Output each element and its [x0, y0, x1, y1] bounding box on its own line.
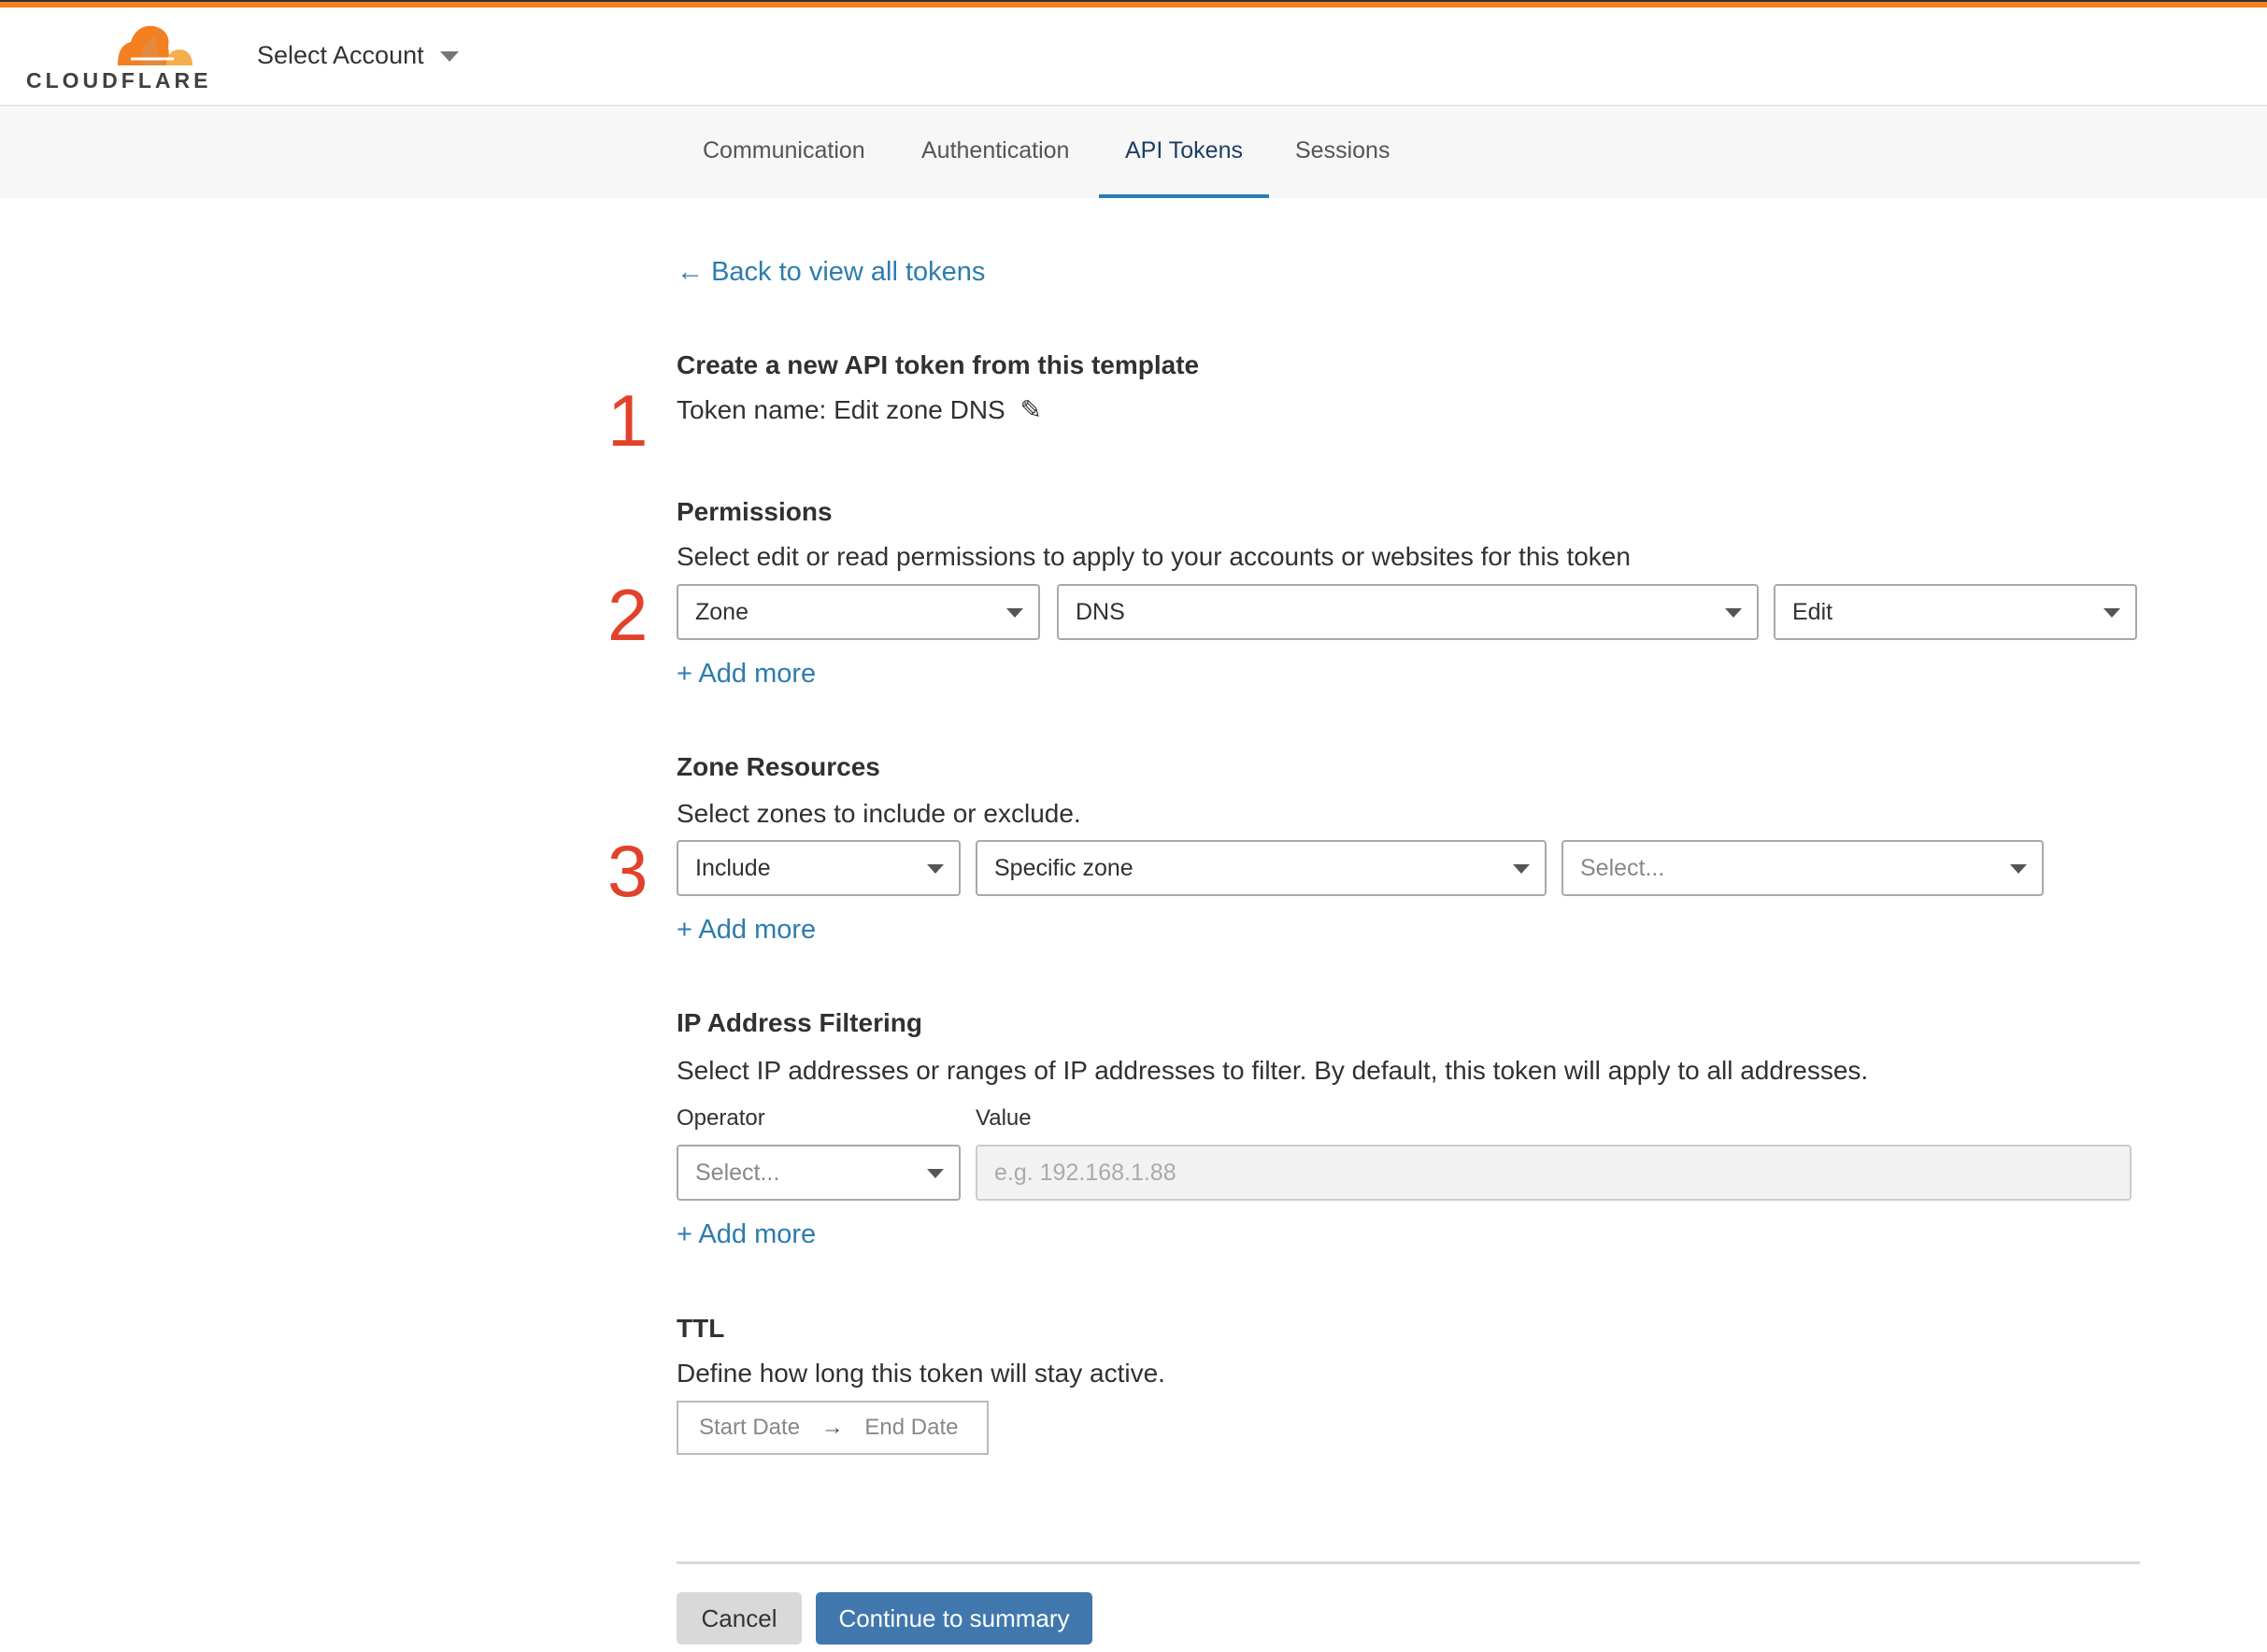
- template-heading: Create a new API token from this templat…: [677, 350, 1200, 379]
- tab-api-tokens[interactable]: API Tokens: [1099, 107, 1269, 198]
- account-selector[interactable]: Select Account: [257, 41, 460, 70]
- chevron-down-icon: [440, 51, 460, 63]
- operator-label: Operator: [677, 1105, 765, 1131]
- plus-icon: +: [677, 1219, 699, 1249]
- tab-communication[interactable]: Communication: [677, 107, 891, 198]
- chevron-down-icon: [1006, 608, 1023, 618]
- permissions-description: Select edit or read permissions to apply…: [677, 542, 1631, 571]
- permission-resource-select[interactable]: DNS: [1057, 584, 1759, 640]
- zone-resources-heading: Zone Resources: [677, 752, 880, 781]
- chevron-down-icon: [2010, 864, 2027, 874]
- value-label: Value: [976, 1105, 1032, 1131]
- ttl-description: Define how long this token will stay act…: [677, 1359, 1165, 1388]
- zone-resources-description: Select zones to include or exclude.: [677, 799, 1081, 828]
- end-date-input[interactable]: End Date: [864, 1415, 958, 1440]
- zone-type-select[interactable]: Specific zone: [976, 840, 1547, 896]
- ip-value-input[interactable]: e.g. 192.168.1.88: [976, 1145, 2132, 1201]
- ip-add-more-link[interactable]: + Add more: [677, 1218, 816, 1250]
- divider: [677, 1561, 2140, 1564]
- cloud-icon: [118, 25, 192, 65]
- step-number-1: 1: [607, 379, 649, 462]
- top-header: CLOUDFLARE Select Account: [0, 7, 2267, 107]
- settings-tabs: Communication Authentication API Tokens …: [0, 107, 2267, 198]
- start-date-input[interactable]: Start Date: [699, 1415, 800, 1440]
- arrow-left-icon: ←: [677, 257, 712, 287]
- zone-select[interactable]: Select...: [1561, 840, 2044, 896]
- chevron-down-icon: [1513, 864, 1530, 874]
- permissions-add-more-link[interactable]: + Add more: [677, 658, 816, 690]
- token-name: Token name: Edit zone DNS ✎: [677, 395, 1042, 424]
- chevron-down-icon: [927, 1169, 944, 1178]
- cancel-button[interactable]: Cancel: [677, 1592, 802, 1645]
- arrow-right-icon: →: [820, 1415, 844, 1440]
- logo-text: CLOUDFLARE: [26, 68, 212, 93]
- permission-level-select[interactable]: Edit: [1774, 584, 2137, 640]
- permission-scope-select[interactable]: Zone: [677, 584, 1040, 640]
- zone-include-select[interactable]: Include: [677, 840, 961, 896]
- pencil-icon[interactable]: ✎: [1020, 395, 1042, 424]
- ttl-date-range-picker[interactable]: Start Date → End Date: [677, 1401, 989, 1455]
- ip-operator-select[interactable]: Select...: [677, 1145, 961, 1201]
- back-to-tokens-link[interactable]: ← Back to view all tokens: [677, 256, 985, 288]
- brand-bar: [0, 0, 2267, 7]
- plus-icon: +: [677, 915, 699, 945]
- chevron-down-icon: [927, 864, 944, 874]
- zone-add-more-link[interactable]: + Add more: [677, 914, 816, 946]
- ttl-heading: TTL: [677, 1314, 725, 1343]
- ip-filtering-description: Select IP addresses or ranges of IP addr…: [677, 1056, 1869, 1085]
- continue-to-summary-button[interactable]: Continue to summary: [816, 1592, 1092, 1645]
- account-selector-label: Select Account: [257, 41, 424, 69]
- ip-filtering-heading: IP Address Filtering: [677, 1008, 922, 1037]
- plus-icon: +: [677, 659, 699, 689]
- permissions-heading: Permissions: [677, 497, 833, 526]
- step-number-3: 3: [607, 830, 649, 912]
- step-number-2: 2: [607, 574, 649, 656]
- chevron-down-icon: [2103, 608, 2120, 618]
- cloudflare-logo[interactable]: CLOUDFLARE: [26, 21, 207, 93]
- tab-authentication[interactable]: Authentication: [895, 107, 1095, 198]
- tab-sessions[interactable]: Sessions: [1269, 107, 1416, 198]
- chevron-down-icon: [1725, 608, 1742, 618]
